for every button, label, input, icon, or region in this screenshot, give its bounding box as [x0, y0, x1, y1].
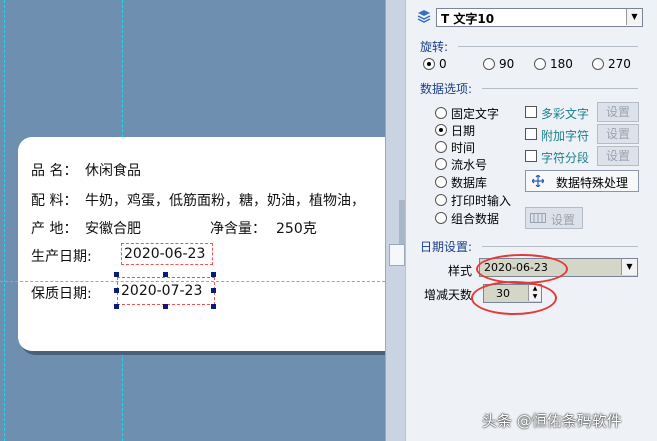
selection-handle[interactable] [211, 304, 216, 309]
collapse-arrow-icon[interactable] [389, 244, 405, 266]
expiry-date-value[interactable]: 2020-07-23 [121, 283, 202, 299]
char-segment-settings-button[interactable]: 设置 [597, 146, 639, 166]
char-segment-label: 字符分段 [541, 151, 590, 165]
data-option-fixed-text: 固定文字 [451, 107, 500, 121]
production-date-value[interactable]: 2020-06-23 [124, 246, 205, 262]
selection-handle[interactable] [211, 288, 216, 293]
selection-handle[interactable] [114, 304, 119, 309]
data-options-title: 数据选项: [420, 82, 473, 96]
multicolor-text-label: 多彩文字 [541, 107, 590, 121]
rotation-radio-0[interactable] [423, 58, 435, 70]
highlight-oval-days [471, 281, 557, 315]
special-processing-button[interactable]: 数据特殊处理 [525, 170, 639, 192]
data-radio-print-input[interactable] [435, 194, 447, 206]
data-radio-fixed-text[interactable] [435, 107, 447, 119]
selection-handle[interactable] [163, 304, 168, 309]
special-processing-label: 数据特殊处理 [556, 176, 629, 190]
rotation-label-0: 0 [439, 57, 447, 71]
product-name-value[interactable]: 休闲食品 [85, 160, 141, 180]
object-select-value: T 文字10 [441, 12, 495, 26]
watermark-text: 头条 @恒佑条码软件 [482, 412, 622, 430]
production-date-label: 生产日期: [31, 249, 92, 265]
data-option-database: 数据库 [451, 176, 488, 190]
design-canvas[interactable]: 品 名： 休闲食品 配 料： 牛奶，鸡蛋，低筋面粉，糖，奶油，植物油， 产 地：… [0, 0, 385, 441]
highlight-oval-style [476, 254, 568, 284]
net-weight-value[interactable]: 250克 [276, 218, 317, 238]
rotation-radio-180[interactable] [534, 58, 546, 70]
append-char-settings-button[interactable]: 设置 [597, 124, 639, 144]
object-select[interactable]: T 文字10 ▼ [436, 8, 643, 27]
grid-icon [530, 213, 546, 223]
data-option-date: 日期 [451, 124, 476, 138]
layers-icon [417, 10, 431, 23]
panel-splitter[interactable] [385, 0, 406, 441]
chevron-down-icon[interactable]: ▼ [621, 259, 637, 275]
selection-handle[interactable] [114, 288, 119, 293]
data-radio-date[interactable] [435, 124, 447, 136]
date-settings-title: 日期设置: [420, 240, 473, 254]
checkbox-multicolor-text[interactable] [525, 106, 537, 118]
rotation-label-90: 90 [499, 57, 515, 71]
multicolor-settings-button[interactable]: 设置 [597, 102, 639, 122]
rotation-label-270: 270 [608, 57, 631, 71]
data-radio-database[interactable] [435, 176, 447, 188]
ingredients-value[interactable]: 牛奶，鸡蛋，低筋面粉，糖，奶油，植物油， [85, 190, 365, 210]
data-option-combined: 组合数据 [451, 212, 500, 226]
data-option-time: 时间 [451, 141, 476, 155]
properties-panel: T 文字10 ▼ 旋转: 0 90 180 270 数据选项: 固定文字 日期 … [405, 0, 657, 441]
guide-line-vertical [4, 0, 5, 441]
origin-label: 产 地： [31, 221, 78, 237]
guide-line-horizontal [0, 281, 385, 282]
section-divider [458, 46, 638, 47]
offset-days-label: 增减天数 [424, 288, 473, 302]
data-radio-combined[interactable] [435, 212, 447, 224]
append-char-label: 附加字符 [541, 129, 590, 143]
selection-handle[interactable] [114, 272, 119, 277]
rotation-label-180: 180 [550, 57, 573, 71]
origin-value[interactable]: 安徽合肥 [85, 218, 141, 238]
chevron-down-icon[interactable]: ▼ [626, 9, 642, 25]
checkbox-char-segment[interactable] [525, 150, 537, 162]
rotation-radio-90[interactable] [483, 58, 495, 70]
net-weight-label: 净含量： [210, 221, 266, 237]
move-arrows-icon [532, 175, 544, 187]
selection-handle[interactable] [163, 272, 168, 277]
selection-handle[interactable] [211, 272, 216, 277]
rotation-title: 旋转: [420, 40, 449, 54]
data-option-serial: 流水号 [451, 158, 488, 172]
combined-data-settings-button[interactable]: 设置 [525, 207, 583, 229]
data-radio-time[interactable] [435, 141, 447, 153]
data-radio-serial[interactable] [435, 158, 447, 170]
section-divider [482, 88, 638, 89]
product-name-label: 品 名： [31, 163, 78, 179]
ingredients-label: 配 料： [31, 193, 78, 209]
style-label: 样式 [448, 264, 473, 278]
section-divider [482, 246, 638, 247]
data-option-print-input: 打印时输入 [451, 194, 512, 208]
combined-data-settings-label: 设置 [551, 213, 576, 227]
rotation-radio-270[interactable] [592, 58, 604, 70]
checkbox-append-char[interactable] [525, 128, 537, 140]
expiry-date-label: 保质日期: [31, 286, 92, 302]
